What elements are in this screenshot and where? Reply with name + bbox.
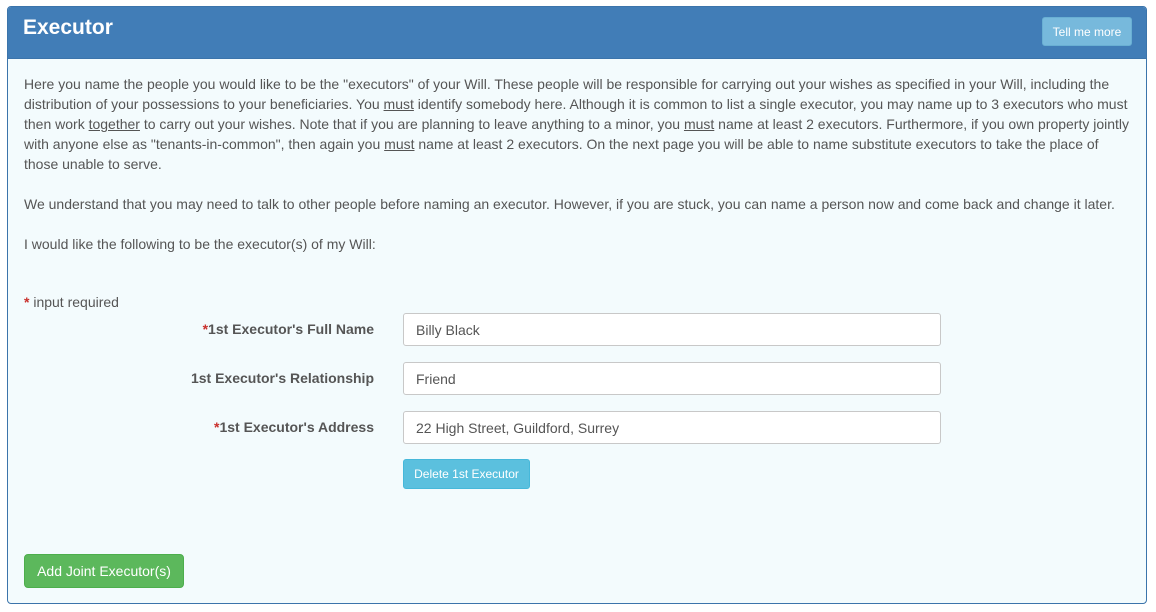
panel-heading: Executor Tell me more (8, 7, 1146, 59)
add-joint-executor-button[interactable]: Add Joint Executor(s) (24, 554, 184, 588)
full-name-label: *1st Executor's Full Name (203, 321, 374, 337)
required-note-text: input required (29, 294, 119, 310)
page-title: Executor (23, 16, 113, 39)
full-name-input[interactable] (403, 313, 941, 346)
relationship-input[interactable] (403, 362, 941, 395)
emphasis-together: together (88, 116, 140, 132)
form-row-address: *1st Executor's Address (8, 411, 1146, 445)
intro-paragraph-3: I would like the following to be the exe… (24, 236, 376, 252)
intro-text: Here you name the people you would like … (24, 74, 1130, 274)
emphasis-must: must (683, 116, 715, 132)
emphasis-must: must (383, 96, 414, 112)
delete-executor-button[interactable]: Delete 1st Executor (403, 459, 530, 489)
intro-text-segment: to carry out your wishes. Note that if y… (139, 116, 684, 132)
intro-paragraph-2: We understand that you may need to talk … (24, 196, 1115, 212)
emphasis-must: must (384, 136, 415, 152)
relationship-label-text: 1st Executor's Relationship (190, 370, 374, 386)
executor-panel: Executor Tell me more Here you name the … (7, 6, 1147, 604)
address-label-text: 1st Executor's Address (219, 419, 374, 435)
address-input[interactable] (403, 411, 941, 444)
form-row-full-name: *1st Executor's Full Name (8, 313, 1146, 347)
form-row-relationship: 1st Executor's Relationship (8, 362, 1146, 396)
address-label: *1st Executor's Address (214, 419, 374, 435)
relationship-label: 1st Executor's Relationship (191, 370, 374, 386)
tell-me-more-button[interactable]: Tell me more (1042, 17, 1132, 46)
full-name-label-text: 1st Executor's Full Name (208, 321, 374, 337)
required-note: * input required (24, 294, 119, 310)
intro-paragraph-1: Here you name the people you would like … (24, 74, 1130, 174)
